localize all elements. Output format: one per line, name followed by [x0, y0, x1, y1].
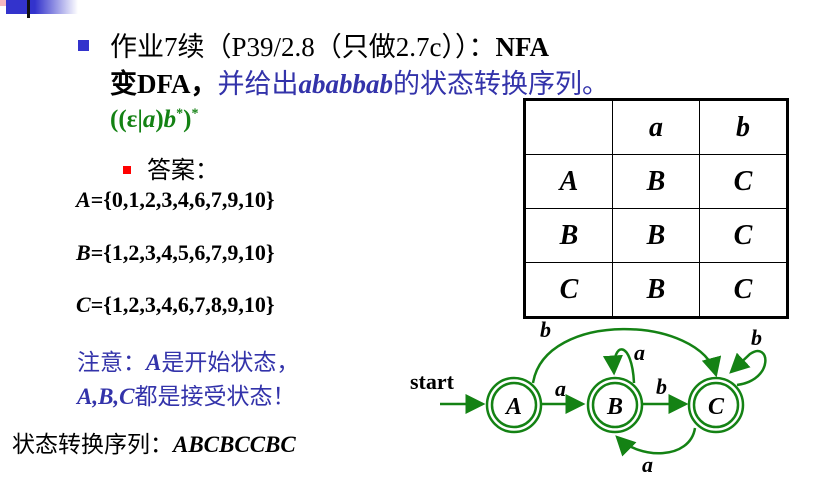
edge-label: b — [656, 374, 667, 399]
loop-c — [729, 349, 767, 387]
edge-label: b — [751, 325, 762, 350]
start-label: start — [410, 369, 455, 394]
edge-c-b — [615, 427, 697, 457]
edge-label: a — [634, 340, 645, 365]
state-b-label: B — [606, 394, 623, 420]
state-c-label: C — [708, 394, 725, 420]
state-a-label: A — [504, 394, 522, 420]
edge-label: b — [540, 317, 551, 342]
edge-label: a — [642, 452, 653, 477]
edge-label: a — [555, 376, 566, 401]
edge-a-c — [531, 327, 722, 384]
dfa-diagram: A B C a b a b b a start — [410, 317, 767, 477]
